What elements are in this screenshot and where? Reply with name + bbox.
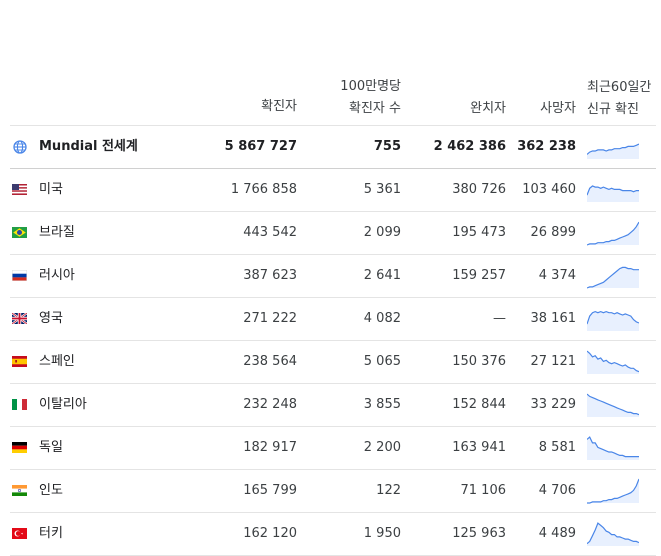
per-million-value: 122 [376,483,401,498]
recovered-value: 163 941 [452,440,506,455]
india-flag-icon [12,485,27,496]
header-recovered[interactable]: 완치자 [470,98,506,120]
deaths-value: 4 706 [538,483,576,498]
header-per-million[interactable]: 100만명당 확진자 수 [340,76,401,120]
turkey-flag-icon [12,528,27,539]
table-row[interactable]: 브라질 443 542 2 099 195 473 26 899 [10,212,656,255]
confirmed-value: 165 799 [243,483,297,498]
uk-flag-icon [12,313,27,324]
header-trend-line1: 최근60일간 [587,80,652,95]
table-row-world[interactable]: Mundial 전세계 5 867 727 755 2 462 386 362 … [10,126,656,169]
table-row[interactable]: 인도 165 799 122 71 106 4 706 [10,470,656,513]
country-name: 스페인 [39,354,75,369]
trend-sparkline [587,436,639,460]
confirmed-value: 232 248 [243,397,297,412]
trend-sparkline [587,221,639,246]
header-per-million-line2: 확진자 수 [349,101,401,116]
country-name: Mundial 전세계 [39,139,138,154]
trend-sparkline [587,266,639,289]
deaths-value: 38 161 [530,311,577,326]
trend-sparkline [587,393,639,417]
per-million-value: 5 065 [363,354,401,369]
globe-icon [13,140,27,154]
confirmed-value: 1 766 858 [230,182,297,197]
country-name: 인도 [39,483,63,498]
recovered-value: 159 257 [452,268,506,283]
recovered-value: 152 844 [452,397,506,412]
header-deaths[interactable]: 사망자 [540,98,576,120]
header-per-million-line1: 100만명당 [340,79,401,94]
trend-sparkline [587,185,639,202]
table-row[interactable]: 영국 271 222 4 082 — 38 161 [10,298,656,341]
recovered-value: 2 462 386 [433,139,506,154]
country-name: 영국 [39,311,63,326]
country-name: 러시아 [39,268,75,283]
recovered-value: 380 726 [452,182,506,197]
confirmed-value: 5 867 727 [224,139,297,154]
per-million-value: 5 361 [363,182,401,197]
deaths-value: 8 581 [538,440,576,455]
table-row[interactable]: 미국 1 766 858 5 361 380 726 103 460 [10,169,656,212]
deaths-value: 27 121 [530,354,577,369]
covid-table: 확진자 100만명당 확진자 수 완치자 사망자 최근60일간 신규 확진 Mu… [10,0,656,556]
recovered-value: — [493,311,506,326]
recovered-value: 71 106 [460,483,507,498]
recovered-value: 195 473 [452,225,506,240]
per-million-value: 2 200 [363,440,401,455]
trend-sparkline [587,143,639,159]
russia-flag-icon [12,270,27,281]
confirmed-value: 271 222 [243,311,297,326]
per-million-value: 3 855 [363,397,401,412]
table-row[interactable]: 러시아 387 623 2 641 159 257 4 374 [10,255,656,298]
confirmed-value: 182 917 [243,440,297,455]
trend-sparkline [587,350,639,374]
deaths-value: 26 899 [530,225,577,240]
deaths-value: 33 229 [530,397,577,412]
germany-flag-icon [12,442,27,453]
table-row[interactable]: 터키 162 120 1 950 125 963 4 489 [10,513,656,556]
deaths-value: 4 374 [538,268,576,283]
sparkline-area [587,267,639,288]
country-name: 독일 [39,440,63,455]
per-million-value: 4 082 [363,311,401,326]
trend-sparkline [587,478,639,504]
italy-flag-icon [12,399,27,410]
header-trend: 최근60일간 신규 확진 [587,77,651,121]
header-trend-line2: 신규 확진 [587,102,639,117]
trend-sparkline [587,310,639,331]
confirmed-value: 238 564 [243,354,297,369]
recovered-value: 150 376 [452,354,506,369]
us-flag-icon [12,184,27,195]
header-confirmed[interactable]: 확진자 [261,96,297,118]
deaths-value: 362 238 [517,139,576,154]
trend-sparkline [587,522,639,546]
confirmed-value: 387 623 [243,268,297,283]
table-row[interactable]: 독일 182 917 2 200 163 941 8 581 [10,427,656,470]
table-row[interactable]: 이탈리아 232 248 3 855 152 844 33 229 [10,384,656,427]
table-row[interactable]: 스페인 238 564 5 065 150 376 27 121 [10,341,656,384]
confirmed-value: 443 542 [243,225,297,240]
brazil-flag-icon [12,227,27,238]
per-million-value: 2 099 [363,225,401,240]
table-header: 확진자 100만명당 확진자 수 완치자 사망자 최근60일간 신규 확진 [10,0,656,126]
country-name: 브라질 [39,225,75,240]
country-name: 미국 [39,182,63,197]
deaths-value: 103 460 [522,182,576,197]
spain-flag-icon [12,356,27,367]
per-million-value: 755 [373,139,401,154]
per-million-value: 2 641 [363,268,401,283]
sparkline-area [587,311,639,331]
sparkline-area [587,222,639,245]
country-name: 이탈리아 [39,397,87,412]
